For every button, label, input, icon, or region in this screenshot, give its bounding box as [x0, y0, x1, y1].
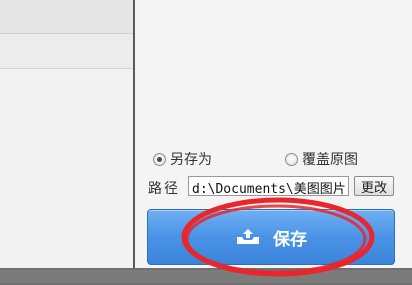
save-as-label: 另存为	[170, 152, 212, 168]
overwrite-radio[interactable]	[285, 152, 298, 166]
horizontal-scrollbar[interactable]	[0, 268, 412, 285]
change-path-button[interactable]: 更改	[354, 176, 394, 196]
scrollbar-track[interactable]	[0, 270, 412, 283]
overwrite-label: 覆盖原图	[302, 152, 358, 168]
save-button[interactable]: 保存	[147, 209, 395, 265]
tray-upload-icon	[237, 229, 259, 244]
left-panel	[0, 0, 133, 268]
path-field[interactable]: d:\Documents\美图图片	[188, 176, 349, 196]
path-label: 路径	[148, 181, 180, 197]
save-as-radio[interactable]	[153, 152, 166, 166]
save-as-option[interactable]: 另存为	[153, 149, 212, 169]
left-panel-header	[0, 0, 133, 34]
save-button-label: 保存	[273, 229, 307, 250]
overwrite-option[interactable]: 覆盖原图	[285, 149, 358, 169]
left-panel-row	[0, 34, 133, 69]
